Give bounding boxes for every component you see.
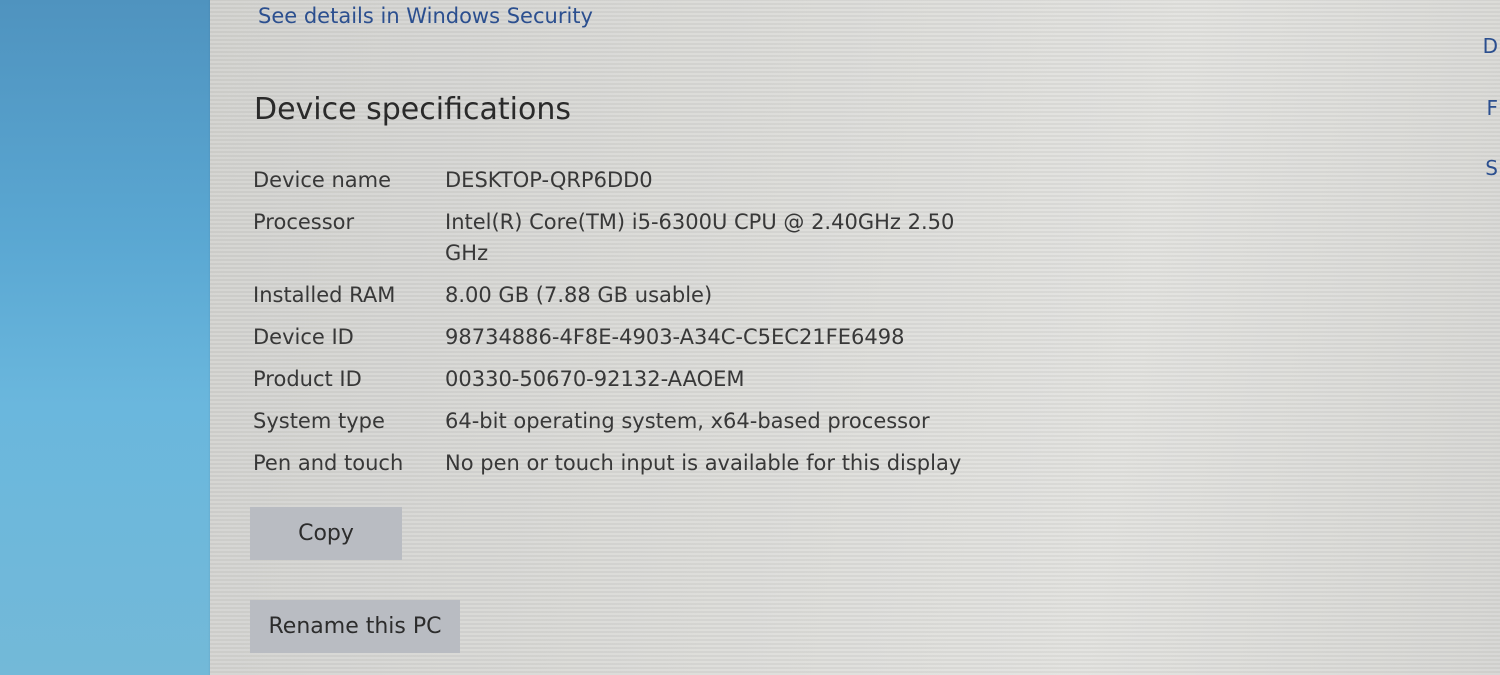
device-specifications-heading: Device specifications	[254, 92, 571, 127]
spec-value: 00330-50670-92132-AAOEM	[445, 367, 745, 391]
spec-label: Device ID	[253, 325, 354, 349]
clipped-link[interactable]: F	[1486, 96, 1498, 120]
spec-value: 98734886-4F8E-4903-A34C-C5EC21FE6498	[445, 325, 905, 349]
copy-button[interactable]: Copy	[250, 507, 402, 560]
spec-label: Installed RAM	[253, 283, 396, 307]
spec-label: Pen and touch	[253, 451, 404, 475]
spec-label: System type	[253, 409, 385, 433]
clipped-link[interactable]: S	[1485, 156, 1498, 180]
desktop-background	[0, 0, 218, 675]
spec-label: Processor	[253, 210, 355, 234]
windows-security-link[interactable]: See details in Windows Security	[258, 4, 593, 28]
spec-value: Intel(R) Core(TM) i5-6300U CPU @ 2.40GHz…	[445, 210, 955, 265]
spec-value: No pen or touch input is available for t…	[445, 451, 962, 475]
spec-label: Device name	[253, 168, 392, 192]
settings-window: See details in Windows Security Device s…	[210, 0, 1500, 675]
spec-value: 8.00 GB (7.88 GB usable)	[445, 283, 713, 307]
clipped-link[interactable]: D	[1483, 34, 1498, 58]
spec-value: DESKTOP-QRP6DD0	[445, 168, 653, 192]
spec-label: Product ID	[253, 367, 362, 391]
spec-value: 64-bit operating system, x64-based proce…	[445, 409, 930, 433]
rename-this-pc-button[interactable]: Rename this PC	[250, 600, 460, 653]
